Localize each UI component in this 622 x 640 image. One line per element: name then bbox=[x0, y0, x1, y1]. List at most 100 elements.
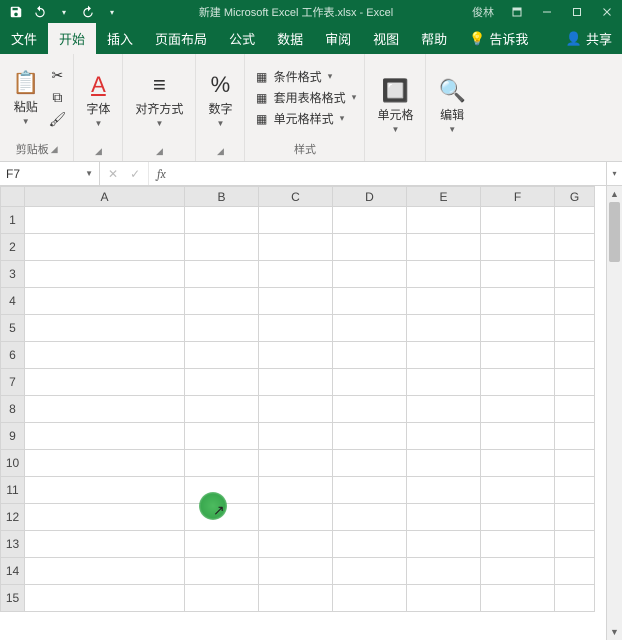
row-header[interactable]: 7 bbox=[1, 369, 25, 396]
row-header[interactable]: 5 bbox=[1, 315, 25, 342]
percent-icon: % bbox=[211, 72, 231, 98]
user-name[interactable]: 俊林 bbox=[464, 4, 502, 20]
row-header[interactable]: 11 bbox=[1, 477, 25, 504]
chevron-down-icon: ▼ bbox=[216, 119, 224, 128]
tab-formulas[interactable]: 公式 bbox=[218, 23, 266, 54]
row-header[interactable]: 3 bbox=[1, 261, 25, 288]
chevron-down-icon: ▼ bbox=[392, 125, 400, 134]
name-box[interactable]: F7 ▼ bbox=[0, 162, 100, 185]
paste-button[interactable]: 📋 粘贴 ▼ bbox=[6, 68, 45, 128]
number-button[interactable]: % 数字 ▼ bbox=[202, 70, 238, 130]
cell-grid[interactable]: A B C D E F G 1 2 3 4 5 6 7 8 9 10 11 12… bbox=[0, 186, 595, 612]
minimize-icon[interactable] bbox=[532, 0, 562, 24]
tab-data[interactable]: 数据 bbox=[266, 23, 314, 54]
scroll-thumb[interactable] bbox=[609, 202, 620, 262]
undo-icon[interactable] bbox=[30, 2, 50, 22]
group-label: 剪贴板 bbox=[16, 141, 49, 157]
row-header[interactable]: 10 bbox=[1, 450, 25, 477]
formula-input[interactable] bbox=[174, 162, 606, 185]
col-header[interactable]: F bbox=[481, 187, 555, 207]
group-label: 样式 bbox=[294, 141, 316, 157]
dialog-launcher-icon[interactable]: ◢ bbox=[217, 146, 224, 157]
find-icon: 🔍 bbox=[438, 78, 465, 104]
title-bar: ▾ ▾ 新建 Microsoft Excel 工作表.xlsx - Excel … bbox=[0, 0, 622, 24]
fx-icon[interactable]: fx bbox=[149, 162, 174, 185]
group-font: A 字体 ▼ ◢ bbox=[74, 54, 123, 161]
dialog-launcher-icon[interactable]: ◢ bbox=[51, 144, 58, 155]
tab-help[interactable]: 帮助 bbox=[410, 23, 458, 54]
row-header[interactable]: 4 bbox=[1, 288, 25, 315]
group-alignment: ≡ 对齐方式 ▼ ◢ bbox=[123, 54, 196, 161]
close-icon[interactable] bbox=[592, 0, 622, 24]
font-button[interactable]: A 字体 ▼ bbox=[80, 70, 116, 130]
group-editing: 🔍 编辑 ▼ bbox=[426, 54, 477, 161]
chevron-down-icon: ▼ bbox=[94, 119, 102, 128]
row-header[interactable]: 15 bbox=[1, 585, 25, 612]
row-header[interactable]: 14 bbox=[1, 558, 25, 585]
cell-styles-button[interactable]: ▦ 单元格样式▾ bbox=[254, 109, 345, 128]
maximize-icon[interactable] bbox=[562, 0, 592, 24]
formula-buttons: ✕ ✓ bbox=[100, 162, 149, 185]
cell-styles-icon: ▦ bbox=[254, 112, 270, 126]
row-header[interactable]: 1 bbox=[1, 207, 25, 234]
chevron-down-icon: ▼ bbox=[448, 125, 456, 134]
col-header[interactable]: D bbox=[333, 187, 407, 207]
cells-button[interactable]: 🔲 单元格 ▼ bbox=[371, 76, 419, 136]
cancel-icon[interactable]: ✕ bbox=[108, 167, 118, 181]
row-header[interactable]: 2 bbox=[1, 234, 25, 261]
format-painter-icon[interactable]: 🖌 bbox=[47, 110, 67, 130]
ribbon-options-icon[interactable] bbox=[502, 0, 532, 24]
vertical-scrollbar[interactable]: ▲ ▼ bbox=[606, 186, 622, 640]
alignment-button[interactable]: ≡ 对齐方式 ▼ bbox=[129, 70, 189, 130]
tab-insert[interactable]: 插入 bbox=[96, 23, 144, 54]
cut-icon[interactable]: ✂ bbox=[47, 66, 67, 86]
group-styles: ▦ 条件格式▾ ▦ 套用表格格式▾ ▦ 单元格样式▾ 样式 bbox=[245, 54, 365, 161]
enter-icon[interactable]: ✓ bbox=[130, 167, 140, 181]
conditional-format-button[interactable]: ▦ 条件格式▾ bbox=[254, 67, 333, 86]
chevron-down-icon: ▼ bbox=[155, 119, 163, 128]
scroll-up-icon[interactable]: ▲ bbox=[607, 186, 622, 202]
col-header[interactable]: E bbox=[407, 187, 481, 207]
row-header[interactable]: 6 bbox=[1, 342, 25, 369]
dialog-launcher-icon[interactable]: ◢ bbox=[156, 146, 163, 157]
row-header[interactable]: 13 bbox=[1, 531, 25, 558]
editing-button[interactable]: 🔍 编辑 ▼ bbox=[432, 76, 471, 136]
chevron-down-icon: ▼ bbox=[22, 117, 30, 126]
share-button[interactable]: 👤 共享 bbox=[556, 23, 622, 54]
redo-icon[interactable] bbox=[78, 2, 98, 22]
font-icon: A bbox=[91, 72, 106, 98]
tab-view[interactable]: 视图 bbox=[362, 23, 410, 54]
group-number: % 数字 ▼ ◢ bbox=[196, 54, 245, 161]
tab-page-layout[interactable]: 页面布局 bbox=[144, 23, 218, 54]
group-cells: 🔲 单元格 ▼ bbox=[365, 54, 426, 161]
lightbulb-icon: 💡 bbox=[469, 31, 485, 47]
row-header[interactable]: 9 bbox=[1, 423, 25, 450]
scroll-down-icon[interactable]: ▼ bbox=[607, 624, 622, 640]
ribbon-tabs: 文件 开始 插入 页面布局 公式 数据 审阅 视图 帮助 💡 告诉我 👤 共享 bbox=[0, 24, 622, 54]
save-icon[interactable] bbox=[6, 2, 26, 22]
conditional-format-icon: ▦ bbox=[254, 70, 270, 84]
formula-expand-icon[interactable]: ▾ bbox=[606, 162, 622, 185]
group-clipboard: 📋 粘贴 ▼ ✂ ⧉ 🖌 剪贴板 ◢ bbox=[0, 54, 74, 161]
row-header[interactable]: 8 bbox=[1, 396, 25, 423]
row-header[interactable]: 12 bbox=[1, 504, 25, 531]
formula-bar-row: F7 ▼ ✕ ✓ fx ▾ bbox=[0, 162, 622, 186]
select-all-corner[interactable] bbox=[1, 187, 25, 207]
copy-icon[interactable]: ⧉ bbox=[47, 88, 67, 108]
tellme[interactable]: 💡 告诉我 bbox=[458, 23, 539, 54]
tab-review[interactable]: 审阅 bbox=[314, 23, 362, 54]
col-header[interactable]: C bbox=[259, 187, 333, 207]
col-header[interactable]: B bbox=[185, 187, 259, 207]
col-header[interactable]: G bbox=[555, 187, 595, 207]
qat-customize-icon[interactable]: ▾ bbox=[102, 2, 122, 22]
tab-home[interactable]: 开始 bbox=[48, 23, 96, 54]
tab-file[interactable]: 文件 bbox=[0, 23, 48, 54]
qat-dropdown-icon[interactable]: ▾ bbox=[54, 2, 74, 22]
chevron-down-icon: ▼ bbox=[85, 169, 93, 178]
paste-icon: 📋 bbox=[12, 70, 39, 96]
table-format-icon: ▦ bbox=[254, 91, 270, 105]
table-format-button[interactable]: ▦ 套用表格格式▾ bbox=[254, 88, 357, 107]
dialog-launcher-icon[interactable]: ◢ bbox=[95, 146, 102, 157]
window-controls bbox=[502, 0, 622, 24]
col-header[interactable]: A bbox=[25, 187, 185, 207]
